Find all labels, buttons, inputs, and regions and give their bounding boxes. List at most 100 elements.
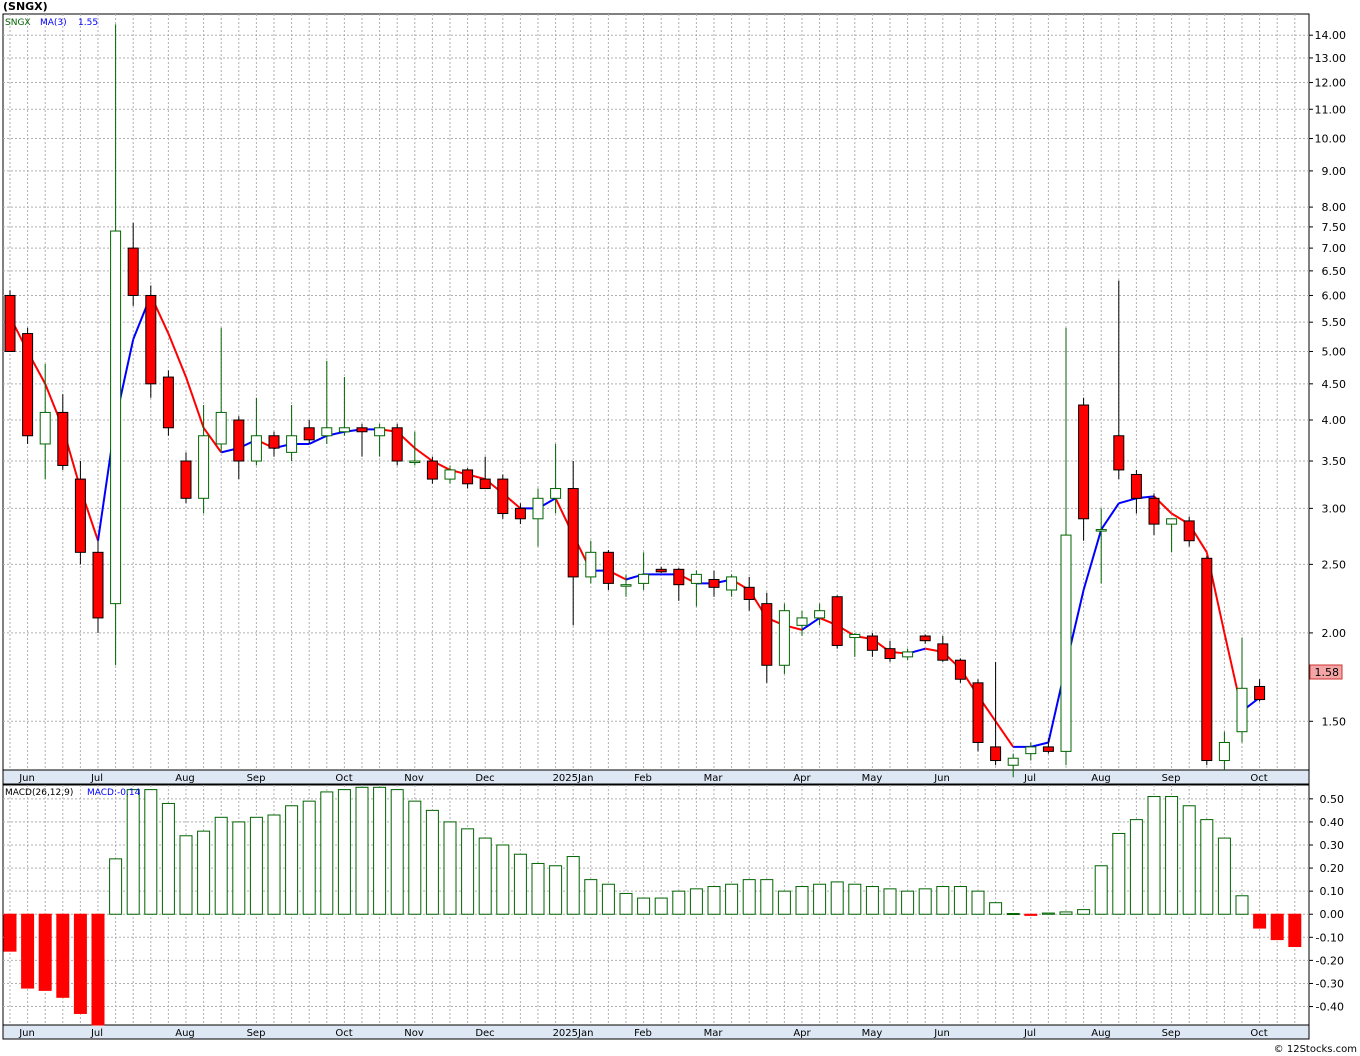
macd-x-label: Feb xyxy=(634,1028,652,1039)
macd-bar-positive xyxy=(637,897,651,915)
macd-x-label: 2025Jan xyxy=(553,1028,594,1039)
macd-y-tick-label: 0.10 xyxy=(1320,885,1345,898)
price-y-tick-label: 5.50 xyxy=(1322,316,1347,329)
candle xyxy=(954,658,966,683)
macd-y-tick-label: 0.00 xyxy=(1320,908,1345,921)
price-x-label: Nov xyxy=(404,773,424,784)
candle-body-down xyxy=(1130,473,1142,499)
macd-y-tick-label: 0.20 xyxy=(1320,862,1345,875)
candle xyxy=(497,474,509,519)
candle-body-up xyxy=(215,411,227,445)
price-x-label: Dec xyxy=(475,773,494,784)
candle-body-down xyxy=(391,427,403,462)
macd-bar-positive xyxy=(461,828,475,915)
macd-bar-positive xyxy=(795,886,809,915)
macd-bar-negative xyxy=(1024,913,1038,916)
candle xyxy=(22,327,34,444)
price-y-tick-label: 4.50 xyxy=(1322,378,1347,391)
price-y-tick-label: 2.00 xyxy=(1322,627,1347,640)
candle-body-up xyxy=(1236,687,1248,733)
macd-bar-positive xyxy=(549,865,563,915)
candle-body-up xyxy=(286,435,298,453)
candle-body-up xyxy=(849,633,861,639)
candle-body-down xyxy=(303,427,315,441)
price-x-label: Jun xyxy=(18,773,35,784)
macd-bar-positive xyxy=(936,886,950,915)
price-x-label: Jun xyxy=(933,773,950,784)
stock-chart: 1.50 2.00 2.50 3.00 3.50 4.00 4.50 5.00 5.50 6.00… xyxy=(2,0,1357,1055)
macd-x-label: Oct xyxy=(1250,1028,1267,1039)
candle-body-up xyxy=(110,230,122,605)
candle-body-down xyxy=(268,435,280,449)
candle-body-down xyxy=(743,586,755,600)
candle-body-down xyxy=(233,419,245,462)
macd-bar-positive xyxy=(249,816,263,915)
candle-body-up xyxy=(532,497,544,520)
macd-bar-positive xyxy=(1041,912,1055,915)
macd-bar-positive xyxy=(232,821,246,915)
price-y-tick-label: 10.00 xyxy=(1315,133,1347,146)
macd-y-tick-label: -0.30 xyxy=(1316,977,1344,990)
macd-bar-positive xyxy=(1182,805,1196,915)
legend-symbol: SNGX xyxy=(5,18,31,28)
candle-body-up xyxy=(198,435,210,499)
candle-body-down xyxy=(22,333,34,437)
legend-ma-value: 1.55 xyxy=(78,18,98,28)
macd-x-axis-band xyxy=(2,1024,1310,1040)
macd-bar-negative xyxy=(1253,913,1267,929)
candle-body-up xyxy=(338,427,350,433)
macd-bar-positive xyxy=(689,888,703,915)
price-x-label: Aug xyxy=(175,773,195,784)
candle-body-down xyxy=(479,478,491,490)
macd-bar-positive xyxy=(1077,909,1091,915)
price-y-tick-label: 13.00 xyxy=(1315,52,1347,65)
candle xyxy=(391,423,403,466)
price-x-label: Aug xyxy=(1091,773,1111,784)
price-y-tick-label: 7.50 xyxy=(1322,221,1347,234)
candle-body-up xyxy=(902,651,914,658)
candle-body-up xyxy=(778,610,790,666)
candle-body-down xyxy=(831,596,843,646)
macd-bar-positive xyxy=(760,879,774,915)
macd-bar-positive xyxy=(302,800,316,915)
price-x-axis-band xyxy=(2,769,1310,785)
macd-y-tick-label: 0.50 xyxy=(1320,793,1345,806)
price-x-label: May xyxy=(862,773,883,784)
candle-body-down xyxy=(74,478,86,553)
price-y-tick-label: 12.00 xyxy=(1315,77,1347,90)
candle-body-down xyxy=(954,659,966,680)
macd-x-label: Jul xyxy=(90,1028,103,1039)
candle-body-down xyxy=(426,460,438,480)
price-legend: SNGX MA(3) 1.55 xyxy=(5,18,98,28)
macd-bar-positive xyxy=(109,858,123,915)
macd-legend: MACD(26,12,9) MACD:-0.14 xyxy=(5,788,141,798)
candle-body-down xyxy=(1201,557,1213,762)
candle-body-down xyxy=(127,247,139,296)
candle-body-down xyxy=(708,578,720,588)
macd-bar-negative xyxy=(1270,913,1284,941)
candle-body-down xyxy=(990,746,1002,762)
macd-bar-positive xyxy=(214,816,228,915)
macd-bar-positive xyxy=(1094,865,1108,915)
price-x-label: Oct xyxy=(1250,773,1267,784)
price-y-tick-label: 4.00 xyxy=(1322,414,1347,427)
candle xyxy=(145,285,157,398)
candle xyxy=(831,595,843,649)
macd-bar-negative xyxy=(1288,913,1302,948)
candle-body-up xyxy=(1060,534,1072,752)
macd-bar-negative xyxy=(3,913,17,952)
price-x-label: Jul xyxy=(90,773,103,784)
macd-bar-positive xyxy=(865,886,879,915)
candle-body-down xyxy=(1254,685,1266,701)
candle-body-down xyxy=(145,294,157,385)
candle-body-down xyxy=(761,603,773,666)
macd-bar-positive xyxy=(337,789,351,915)
macd-bar-positive xyxy=(355,786,369,915)
candle-body-down xyxy=(919,635,931,642)
macd-bar-positive xyxy=(1129,819,1143,915)
macd-bar-positive xyxy=(1112,832,1126,915)
macd-bar-positive xyxy=(144,789,158,915)
macd-bar-positive xyxy=(830,881,844,915)
macd-bar-positive xyxy=(1217,837,1231,915)
macd-bar-positive xyxy=(566,856,580,915)
